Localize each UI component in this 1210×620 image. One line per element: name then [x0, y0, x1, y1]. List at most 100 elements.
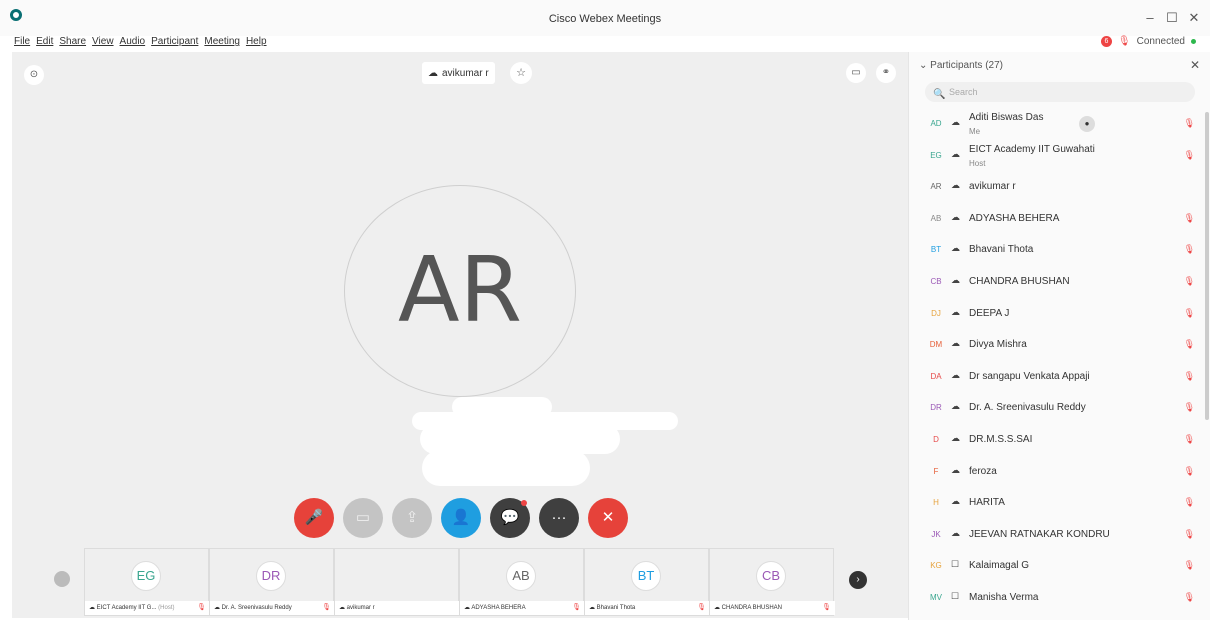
thumbnail-label: ☁ Bhavani Thota 🎙 [585, 601, 710, 615]
muted-mic-icon[interactable]: 🎙 [1184, 213, 1195, 224]
audio-icon: ☁ [428, 67, 438, 79]
share-button[interactable]: ⇪ [392, 498, 432, 538]
recording-count-badge[interactable]: 6 [1100, 36, 1112, 47]
muted-mic-icon[interactable]: 🎙 [1184, 434, 1195, 445]
muted-mic-icon[interactable]: 🎙 [1184, 118, 1195, 129]
muted-mic-icon[interactable]: 🎙 [1184, 466, 1195, 477]
muted-mic-icon[interactable]: 🎙 [1184, 150, 1195, 161]
participant-name: Aditi Biswas Das [969, 112, 1044, 123]
maximize-button[interactable]: ☐ [1164, 10, 1180, 26]
participant-list: AD ☁ Aditi Biswas Das Me ● 🎙 EG ☁ EICT Academy I… [923, 108, 1195, 614]
muted-mic-icon[interactable]: 🎙 [1184, 497, 1195, 508]
participant-name: Manisha Verma [969, 591, 1039, 603]
raise-hand-icon[interactable]: ● [1079, 116, 1095, 132]
connected-indicator [1191, 39, 1196, 44]
speaker-name: avikumar r [442, 67, 489, 79]
menu-share[interactable]: Share [59, 36, 86, 50]
mute-button[interactable]: 🎤 [294, 498, 334, 538]
muted-mic-icon[interactable]: 🎙 [1184, 371, 1195, 382]
menu-edit[interactable]: Edit [36, 36, 53, 50]
close-window-button[interactable]: ✕ [1186, 10, 1202, 26]
muted-mic-icon[interactable]: 🎙 [1184, 592, 1195, 603]
participant-avatar: EG [930, 150, 942, 160]
thumbnail-avatar: AB [506, 561, 536, 591]
participants-button[interactable]: 👤 [441, 498, 481, 538]
thumbnail[interactable]: EG ☁ EICT Academy IIT G... (Host) 🎙 [84, 548, 210, 616]
participant-row[interactable]: DA ☁ Dr sangapu Venkata Appaji 🎙 [923, 361, 1195, 393]
muted-mic-icon[interactable]: 🎙 [1184, 276, 1195, 287]
thumbnail-label: ☁ ADYASHA BEHERA 🎙 [460, 601, 585, 615]
participant-row[interactable]: JK ☁ JEEVAN RATNAKAR KONDRU 🎙 [923, 519, 1195, 551]
thumbnail-label: ☁ CHANDRA BHUSHAN 🎙 [710, 601, 835, 615]
participant-row[interactable]: DM ☁ Divya Mishra 🎙 [923, 329, 1195, 361]
audio-icon: ☁ [951, 369, 960, 380]
muted-mic-icon[interactable]: 🎙 [1184, 339, 1195, 350]
participant-name: avikumar r [969, 181, 1016, 193]
participant-row[interactable]: CB ☁ CHANDRA BHUSHAN 🎙 [923, 266, 1195, 298]
participant-name: HARITA [969, 497, 1005, 509]
participant-name: JEEVAN RATNAKAR KONDRU [969, 528, 1110, 540]
participant-name: DR.M.S.S.SAI [969, 433, 1033, 445]
participant-avatar: D [933, 434, 939, 444]
muted-mic-icon[interactable]: 🎙 [1184, 402, 1195, 413]
meeting-info-icon[interactable]: ⊙ [24, 65, 44, 85]
participant-avatar: BT [930, 245, 942, 255]
participants-header[interactable]: ⌄ Participants (27) [919, 60, 1003, 71]
participant-row[interactable]: F ☁ feroza 🎙 [923, 456, 1195, 488]
participant-row[interactable]: DR ☁ Dr. A. Sreenivasulu Reddy 🎙 [923, 392, 1195, 424]
thumbnail[interactable]: BT ☁ Bhavani Thota 🎙 [584, 548, 710, 616]
menu-view[interactable]: View [92, 36, 114, 50]
participant-row[interactable]: MV ☐ Manisha Verma 🎙 [923, 582, 1195, 614]
prev-thumbnails-button[interactable] [54, 571, 70, 587]
pin-icon[interactable]: ☆ [510, 62, 532, 84]
participant-row[interactable]: KG ☐ Kalaimagal G 🎙 [923, 550, 1195, 582]
meeting-controls: 🎤 ▭ ⇪ 👤 💬 ··· ✕ [294, 498, 628, 538]
participant-row[interactable]: EG ☁ EICT Academy IIT Guwahati Host 🎙 [923, 140, 1195, 172]
participant-name: EICT Academy IIT Guwahati [969, 143, 1095, 155]
participant-row[interactable]: BT ☁ Bhavani Thota 🎙 [923, 234, 1195, 266]
muted-mic-icon[interactable]: 🎙 [1184, 308, 1195, 319]
muted-mic-icon: 🎙 [697, 604, 706, 611]
participant-row[interactable]: D ☁ DR.M.S.S.SAI 🎙 [923, 424, 1195, 456]
participant-row[interactable]: AR ☁ avikumar r [923, 171, 1195, 203]
participant-row[interactable]: AB ☁ ADYASHA BEHERA 🎙 [923, 203, 1195, 235]
menu-meeting[interactable]: Meeting [204, 36, 240, 50]
menu-help[interactable]: Help [246, 36, 267, 50]
audio-icon: ☁ [951, 148, 960, 159]
participant-list-scrollbar[interactable] [1205, 112, 1209, 420]
minimize-button[interactable]: – [1142, 10, 1158, 25]
thumbnail[interactable]: DR ☁ Dr. A. Sreenivasulu Reddy 🎙 [209, 548, 335, 616]
participants-panel: ⌄ Participants (27) ✕ 🔍 Search AD ☁ Aditi … [908, 52, 1210, 620]
chat-button[interactable]: 💬 [490, 498, 530, 538]
link-icon[interactable]: ⚭ [876, 63, 896, 83]
layout-icon[interactable]: ▭ [846, 63, 866, 83]
menu-participant[interactable]: Participant [151, 36, 198, 50]
participant-row[interactable]: H ☁ HARITA 🎙 [923, 487, 1195, 519]
muted-mic-icon[interactable]: 🎙 [1184, 560, 1195, 571]
participant-row[interactable]: AD ☁ Aditi Biswas Das Me ● 🎙 [923, 108, 1195, 140]
audio-icon: ☁ [951, 274, 960, 285]
participant-avatar: CB [930, 276, 942, 286]
thumbnail[interactable]: ☁ avikumar r [334, 548, 460, 616]
menu-file[interactable]: File [14, 36, 30, 50]
muted-mic-icon[interactable]: 🎙 [1184, 529, 1195, 540]
participant-row[interactable]: DJ ☁ DEEPA J 🎙 [923, 298, 1195, 330]
participant-name: Dr. A. Sreenivasulu Reddy [969, 402, 1086, 414]
leave-meeting-button[interactable]: ✕ [588, 498, 628, 538]
participant-search-input[interactable]: 🔍 Search [925, 82, 1195, 102]
muted-mic-icon[interactable]: 🎙 [1184, 244, 1195, 255]
video-button[interactable]: ▭ [343, 498, 383, 538]
next-thumbnails-button[interactable]: › [849, 571, 867, 589]
menu-audio[interactable]: Audio [120, 36, 146, 50]
thumbnail[interactable]: CB ☁ CHANDRA BHUSHAN 🎙 [709, 548, 835, 616]
participant-avatar: JK [931, 529, 941, 539]
audio-icon: ☁ [951, 464, 960, 475]
audio-icon: ☁ [951, 180, 960, 191]
phone-icon: ☐ [951, 559, 960, 570]
thumbnail[interactable]: AB ☁ ADYASHA BEHERA 🎙 [459, 548, 585, 616]
chat-notification-dot [521, 500, 527, 506]
participant-avatar: AD [930, 119, 942, 128]
more-options-button[interactable]: ··· [539, 498, 579, 538]
close-panel-icon[interactable]: ✕ [1190, 58, 1200, 72]
phone-icon: ☐ [951, 590, 960, 601]
